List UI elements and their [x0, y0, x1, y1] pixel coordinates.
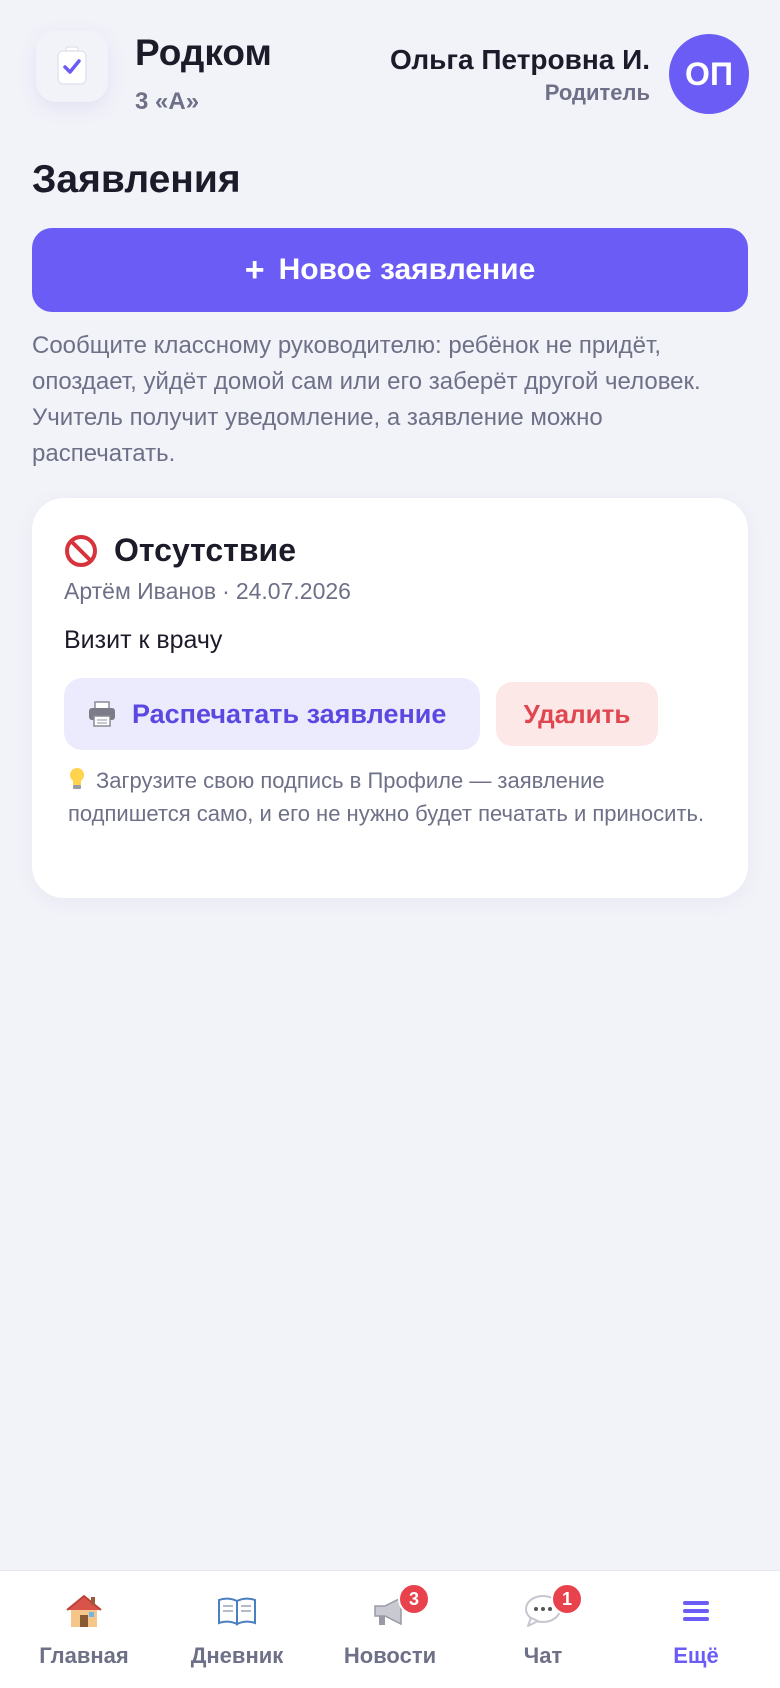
print-application-button[interactable]: Распечатать заявление — [64, 678, 480, 750]
print-label: Распечатать заявление — [132, 698, 447, 729]
card-header: Отсутствие — [64, 532, 296, 569]
chat-bubble-icon: 1 — [521, 1583, 583, 1631]
clipboard-check-icon — [57, 46, 87, 85]
nav-label-home: Главная — [39, 1643, 129, 1668]
student-name: Артём Иванов — [64, 578, 217, 604]
bottom-navigation: Главная Дневник 3 Новости 1 Чат Ещё — [0, 1570, 780, 1688]
lightbulb-icon — [70, 768, 84, 789]
nav-item-home[interactable]: Главная — [9, 1591, 159, 1669]
nav-item-more[interactable]: Ещё — [621, 1591, 771, 1669]
application-type: Отсутствие — [114, 532, 296, 568]
book-icon — [215, 1591, 259, 1631]
user-name[interactable]: Ольга Петровна И. — [390, 44, 650, 76]
plus-icon: + — [244, 250, 265, 289]
app-header: Родком 3 «А» Ольга Петровна И. Родитель … — [0, 0, 780, 140]
application-reason: Визит к врачу — [64, 626, 223, 654]
app-logo — [36, 30, 108, 102]
nav-label-chat: Чат — [523, 1643, 563, 1668]
signature-tip-text: Загрузите свою подпись в Профиле — заявл… — [68, 768, 705, 826]
page-title: Заявления — [32, 158, 241, 201]
user-role: Родитель — [544, 80, 650, 105]
delete-application-button[interactable]: Удалить — [496, 682, 658, 746]
nav-item-chat[interactable]: 1 Чат — [468, 1583, 618, 1669]
news-badge: 3 — [398, 1583, 430, 1615]
meta-separator: · — [222, 578, 230, 604]
avatar[interactable]: ОП — [669, 34, 749, 114]
house-icon — [62, 1591, 106, 1631]
info-hint: Сообщите классному руководителю: ребёнок… — [32, 332, 701, 467]
class-selector[interactable]: 3 «А» — [135, 88, 199, 116]
application-meta: Артём Иванов · 24.07.2026 — [64, 578, 351, 605]
app-name: Родком — [135, 32, 272, 73]
nav-item-news[interactable]: 3 Новости — [315, 1583, 465, 1669]
menu-icon — [674, 1591, 718, 1631]
application-date: 24.07.2026 — [235, 578, 351, 604]
applications-screen: Родком 3 «А» Ольга Петровна И. Родитель … — [0, 0, 780, 1688]
nav-item-diary[interactable]: Дневник — [162, 1591, 312, 1669]
printer-icon — [89, 701, 115, 727]
nav-label-news: Новости — [343, 1643, 437, 1668]
nav-label-more: Ещё — [673, 1643, 719, 1668]
new-application-button[interactable]: + Новое заявление — [32, 228, 748, 312]
signature-tip: Загрузите свою подпись в Профиле — заявл… — [68, 764, 708, 830]
nav-label-diary: Дневник — [190, 1643, 284, 1668]
application-card: Отсутствие Артём Иванов · 24.07.2026 Визит… — [32, 498, 748, 898]
megaphone-icon: 3 — [368, 1583, 430, 1631]
new-application-label: Новое заявление — [278, 253, 536, 286]
no-entry-icon — [65, 534, 97, 567]
chat-badge: 1 — [551, 1583, 583, 1615]
